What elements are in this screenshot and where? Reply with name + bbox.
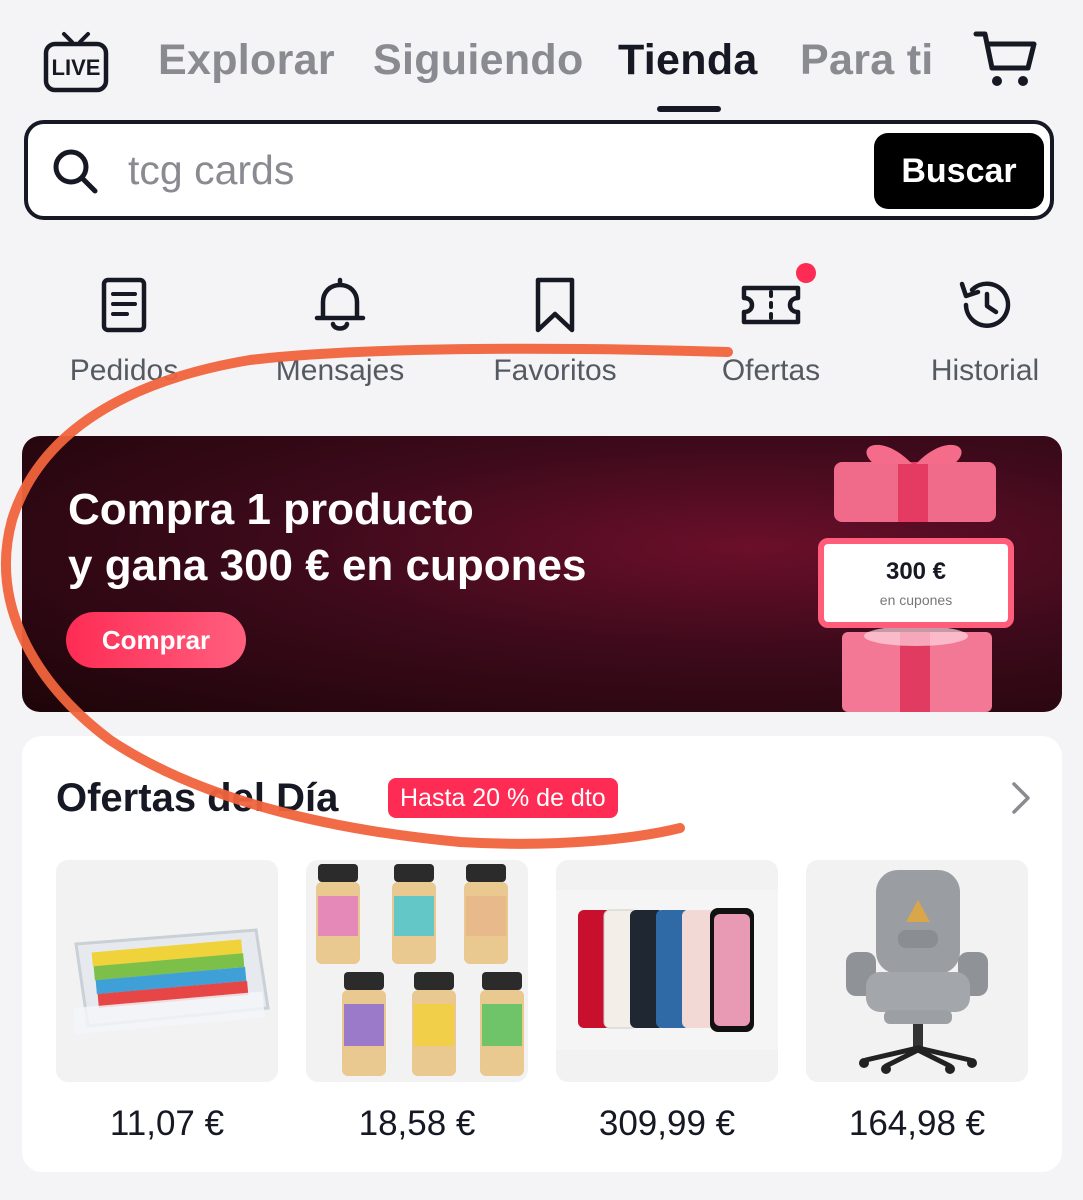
chevron-right-icon[interactable] — [1006, 778, 1036, 818]
search-bar: Buscar — [24, 120, 1054, 220]
shortcut-row: Pedidos Mensajes Favoritos Ofertas Histo… — [0, 262, 1083, 392]
search-icon — [53, 149, 98, 194]
top-navigation: LIVE Explorar Siguiendo Tienda Para ti — [0, 0, 1083, 118]
shortcut-ofertas[interactable]: Ofertas — [671, 262, 871, 392]
shortcut-favoritos[interactable]: Favoritos — [455, 262, 655, 392]
product-price: 309,99 € — [598, 1104, 736, 1143]
banner-line-2: y gana 300 € en cupones — [68, 541, 587, 590]
live-label: LIVE — [52, 55, 101, 80]
shortcut-mensajes[interactable]: Mensajes — [240, 262, 440, 392]
shortcut-label: Ofertas — [721, 354, 821, 387]
product-card[interactable]: 164,98 € — [806, 860, 1028, 1144]
daily-deals-card: Ofertas del Día Hasta 20 % de dto 11,07 … — [22, 736, 1062, 1172]
product-price: 11,07 € — [109, 1104, 225, 1143]
ticket-icon — [741, 285, 801, 325]
tab-para-ti[interactable]: Para ti — [800, 36, 934, 85]
shortcut-label: Favoritos — [493, 354, 617, 387]
active-tab-indicator — [657, 106, 721, 112]
banner-line-1: Compra 1 producto — [68, 485, 474, 534]
shortcut-label: Pedidos — [69, 354, 179, 387]
banner-title: Compra 1 producto y gana 300 € en cupone… — [68, 482, 586, 594]
notification-dot — [796, 263, 816, 283]
product-price: 18,58 € — [358, 1104, 476, 1143]
history-icon — [959, 281, 1011, 328]
coupon-amount: 300 € — [885, 558, 947, 585]
shortcut-label: Mensajes — [275, 354, 405, 387]
deals-title: Ofertas del Día — [56, 776, 339, 820]
tab-tienda[interactable]: Tienda — [618, 36, 758, 85]
orders-icon — [101, 277, 147, 333]
product-image-candy-sticks — [56, 860, 278, 1082]
tab-explorar[interactable]: Explorar — [158, 36, 335, 85]
bookmark-icon — [535, 277, 575, 333]
product-image-office-chair — [806, 860, 1028, 1082]
search-button[interactable]: Buscar — [874, 133, 1044, 209]
product-image-smartphones — [556, 860, 778, 1082]
shortcut-label: Historial — [930, 354, 1040, 387]
product-card[interactable]: 18,58 € — [306, 860, 528, 1144]
product-price: 164,98 € — [848, 1104, 986, 1143]
product-card[interactable]: 309,99 € — [556, 860, 778, 1144]
cart-icon[interactable] — [972, 28, 1038, 90]
live-icon[interactable]: LIVE — [42, 28, 110, 96]
bell-icon — [314, 277, 366, 331]
product-image-seasoning-jars — [306, 860, 528, 1082]
tab-siguiendo[interactable]: Siguiendo — [373, 36, 584, 85]
promo-banner[interactable]: Compra 1 producto y gana 300 € en cupone… — [22, 436, 1062, 712]
shortcut-historial[interactable]: Historial — [885, 262, 1083, 392]
buy-button[interactable]: Comprar — [66, 612, 246, 668]
discount-badge: Hasta 20 % de dto — [388, 778, 618, 818]
coupon-subtitle: en cupones — [879, 592, 953, 608]
product-card[interactable]: 11,07 € — [56, 860, 278, 1144]
coupon-card: 300 € en cupones — [818, 538, 1014, 628]
shortcut-pedidos[interactable]: Pedidos — [24, 262, 224, 392]
search-input[interactable] — [128, 144, 868, 196]
